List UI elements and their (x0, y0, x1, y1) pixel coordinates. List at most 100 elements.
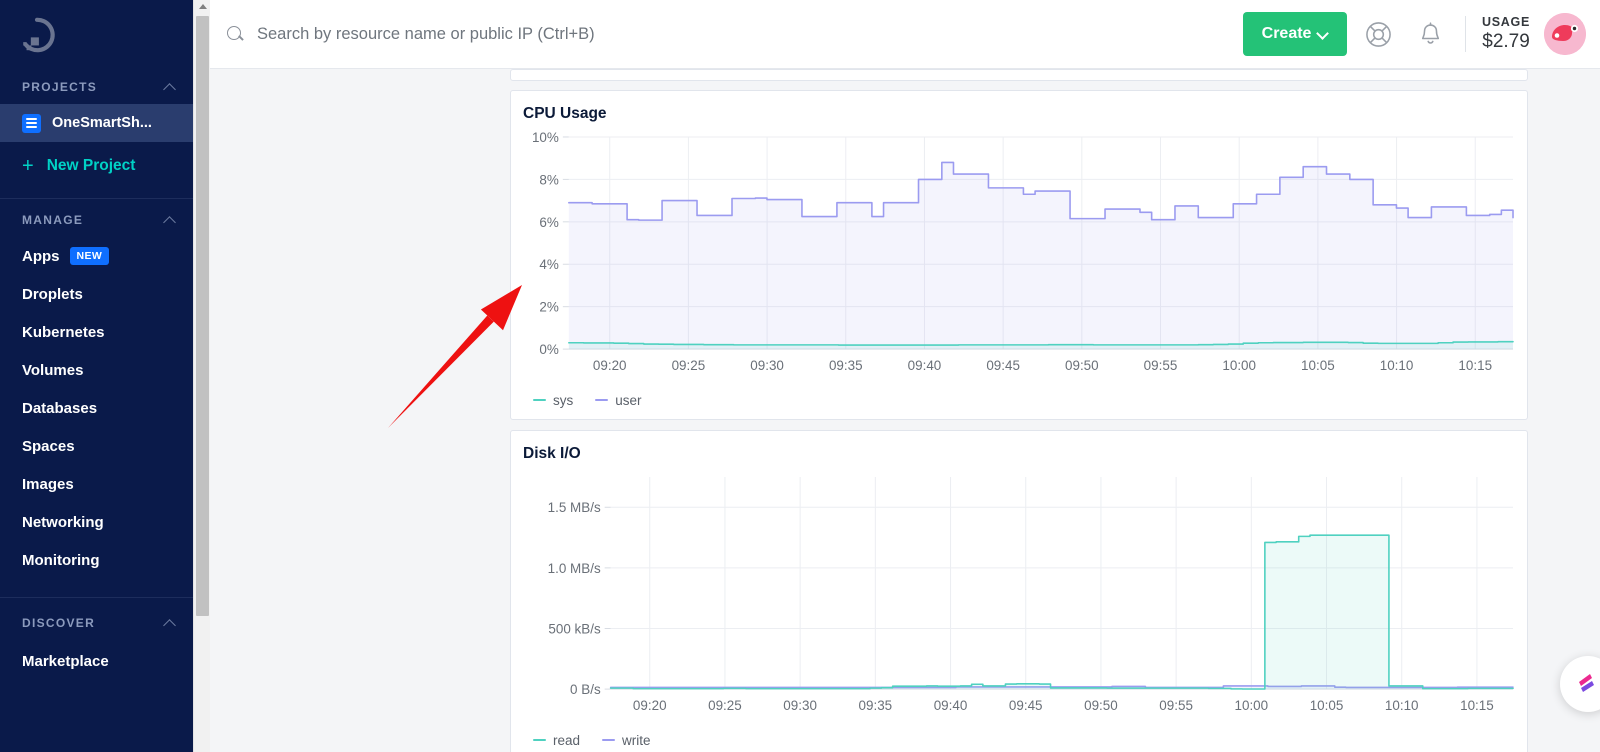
y-axis-tick-label: 1.5 MB/s (548, 500, 601, 515)
help-button[interactable] (1357, 13, 1399, 55)
cpu-usage-plot: 0% 2% 4% 6% 8% 10% 09:20 09:25 09:30 09:35 09:40 09… (532, 130, 1514, 373)
sidebar-section-discover[interactable]: DISCOVER (0, 602, 193, 636)
x-axis-tick-label: 10:10 (1380, 358, 1414, 373)
sidebar: PROJECTS OneSmartSh... + New Project MAN… (0, 0, 193, 752)
scroll-up-arrow-icon[interactable] (194, 0, 211, 13)
legend-color-swatch (595, 399, 609, 402)
sidebar-item-marketplace[interactable]: Marketplace (0, 642, 193, 680)
y-axis-tick-label: 0% (539, 342, 558, 357)
x-axis-tick-label: 10:10 (1385, 698, 1419, 713)
sidebar-divider (0, 198, 193, 199)
sidebar-section-manage-title: MANAGE (22, 213, 84, 227)
create-button-label: Create (1261, 25, 1312, 42)
project-list-icon (22, 113, 41, 133)
sidebar-item-images[interactable]: Images (0, 465, 193, 503)
feedback-fab[interactable] (1560, 656, 1600, 712)
sidebar-item-spaces[interactable]: Spaces (0, 427, 193, 465)
sidebar-item-kubernetes[interactable]: Kubernetes (0, 313, 193, 351)
metrics-content: CPU Usage 0% 2% 4% 6% 8% 10% 09:20 09:25 09:30 09… (210, 69, 1600, 752)
x-axis-tick-label: 09:40 (908, 358, 942, 373)
y-axis-tick-label: 1.0 MB/s (548, 561, 601, 576)
y-axis-tick-label: 6% (539, 215, 558, 230)
legend-item-write[interactable]: write (602, 733, 651, 748)
sidebar-item-label: Databases (22, 399, 98, 417)
x-axis-tick-label: 09:20 (633, 698, 667, 713)
legend-item-read[interactable]: read (533, 733, 580, 748)
x-axis-tick-label: 09:55 (1159, 698, 1193, 713)
legend-label: write (622, 732, 651, 748)
cpu-usage-card: CPU Usage 0% 2% 4% 6% 8% 10% 09:20 09:25 09:30 09… (510, 90, 1528, 420)
cpu-usage-chart[interactable]: 0% 2% 4% 6% 8% 10% 09:20 09:25 09:30 09:35 09:40 09… (511, 125, 1527, 389)
series-area-read (610, 535, 1514, 690)
sidebar-item-label: Spaces (22, 437, 75, 455)
x-axis-tick-label: 09:20 (593, 358, 627, 373)
sidebar-divider (0, 597, 193, 598)
notifications-button[interactable] (1409, 13, 1451, 55)
avatar-image (1544, 13, 1586, 55)
usage-amount: $2.79 (1482, 31, 1530, 52)
y-axis-tick-label: 2% (539, 300, 558, 315)
sidebar-item-databases[interactable]: Databases (0, 389, 193, 427)
page-scrollbar[interactable] (193, 0, 210, 752)
y-axis-tick-label: 10% (532, 130, 559, 145)
sidebar-item-networking[interactable]: Networking (0, 503, 193, 541)
sidebar-item-monitoring[interactable]: Monitoring (0, 541, 193, 579)
disk-io-legend: read write (511, 729, 1527, 752)
x-axis-tick-label: 09:50 (1084, 698, 1118, 713)
create-button[interactable]: Create (1243, 12, 1348, 56)
sidebar-item-droplets[interactable]: Droplets (0, 275, 193, 313)
sidebar-item-project-onesmartsh[interactable]: OneSmartSh... (0, 104, 193, 142)
x-axis-tick-label: 09:25 (708, 698, 742, 713)
search-icon (226, 25, 245, 44)
sidebar-item-label: Monitoring (22, 551, 100, 569)
search-input[interactable] (257, 24, 1244, 44)
x-axis-tick-label: 09:40 (934, 698, 968, 713)
previous-metric-card-clipped (510, 69, 1528, 81)
scrollbar-thumb[interactable] (196, 16, 209, 616)
usage-label: USAGE (1482, 15, 1530, 29)
bell-icon (1421, 21, 1439, 44)
digitalocean-logo-link[interactable] (0, 0, 193, 70)
legend-item-user[interactable]: user (595, 392, 642, 408)
legend-item-sys[interactable]: sys (533, 393, 573, 408)
legend-label: sys (553, 392, 574, 408)
legend-label: user (615, 392, 642, 408)
global-search[interactable] (210, 24, 1244, 44)
sidebar-item-label: Droplets (22, 285, 83, 303)
disk-io-chart[interactable]: 0 B/s 500 kB/s 1.0 MB/s 1.5 MB/s 09:20 09:25 0… (511, 465, 1527, 729)
x-axis-tick-label: 10:05 (1310, 698, 1344, 713)
chevron-up-icon[interactable] (164, 617, 177, 630)
sidebar-section-manage[interactable]: MANAGE (0, 203, 193, 237)
x-axis-tick-label: 09:30 (783, 698, 817, 713)
sidebar-item-apps[interactable]: Apps NEW (0, 237, 193, 275)
sidebar-item-label: OneSmartSh... (52, 115, 152, 131)
x-axis-tick-label: 10:15 (1458, 358, 1492, 373)
y-axis-tick-label: 8% (539, 172, 558, 187)
sidebar-section-projects[interactable]: PROJECTS (0, 70, 193, 104)
sidebar-item-new-project[interactable]: + New Project (0, 142, 193, 190)
x-axis-tick-label: 09:50 (1065, 358, 1099, 373)
sidebar-section-projects-title: PROJECTS (22, 80, 98, 94)
sidebar-item-label: Networking (22, 513, 104, 531)
legend-color-swatch (602, 739, 616, 742)
legend-label: read (553, 732, 581, 748)
sidebar-item-volumes[interactable]: Volumes (0, 351, 193, 389)
main-area: Create (210, 0, 1600, 752)
x-axis-tick-label: 09:35 (859, 698, 893, 713)
arrows-icon (1579, 674, 1594, 692)
avatar[interactable] (1544, 13, 1586, 55)
disk-io-plot: 0 B/s 500 kB/s 1.0 MB/s 1.5 MB/s 09:20 09:25 0… (548, 476, 1514, 713)
legend-color-swatch (533, 399, 546, 402)
sidebar-item-label: Volumes (22, 361, 84, 379)
x-axis-tick-label: 09:45 (986, 358, 1020, 373)
y-axis-tick-label: 0 B/s (570, 682, 601, 697)
x-axis-tick-label: 10:00 (1235, 698, 1269, 713)
usage-summary[interactable]: USAGE $2.79 (1482, 15, 1544, 53)
new-badge: NEW (69, 247, 110, 265)
disk-io-card: Disk I/O 0 B/s 500 kB/s 1.0 MB/s 1.5 MB/s 09… (510, 429, 1528, 752)
x-axis-tick-label: 09:25 (672, 358, 706, 373)
chevron-up-icon[interactable] (164, 81, 177, 94)
chevron-up-icon[interactable] (164, 214, 177, 227)
sidebar-item-label: Apps (22, 247, 60, 265)
x-axis-tick-label: 09:30 (750, 358, 784, 373)
